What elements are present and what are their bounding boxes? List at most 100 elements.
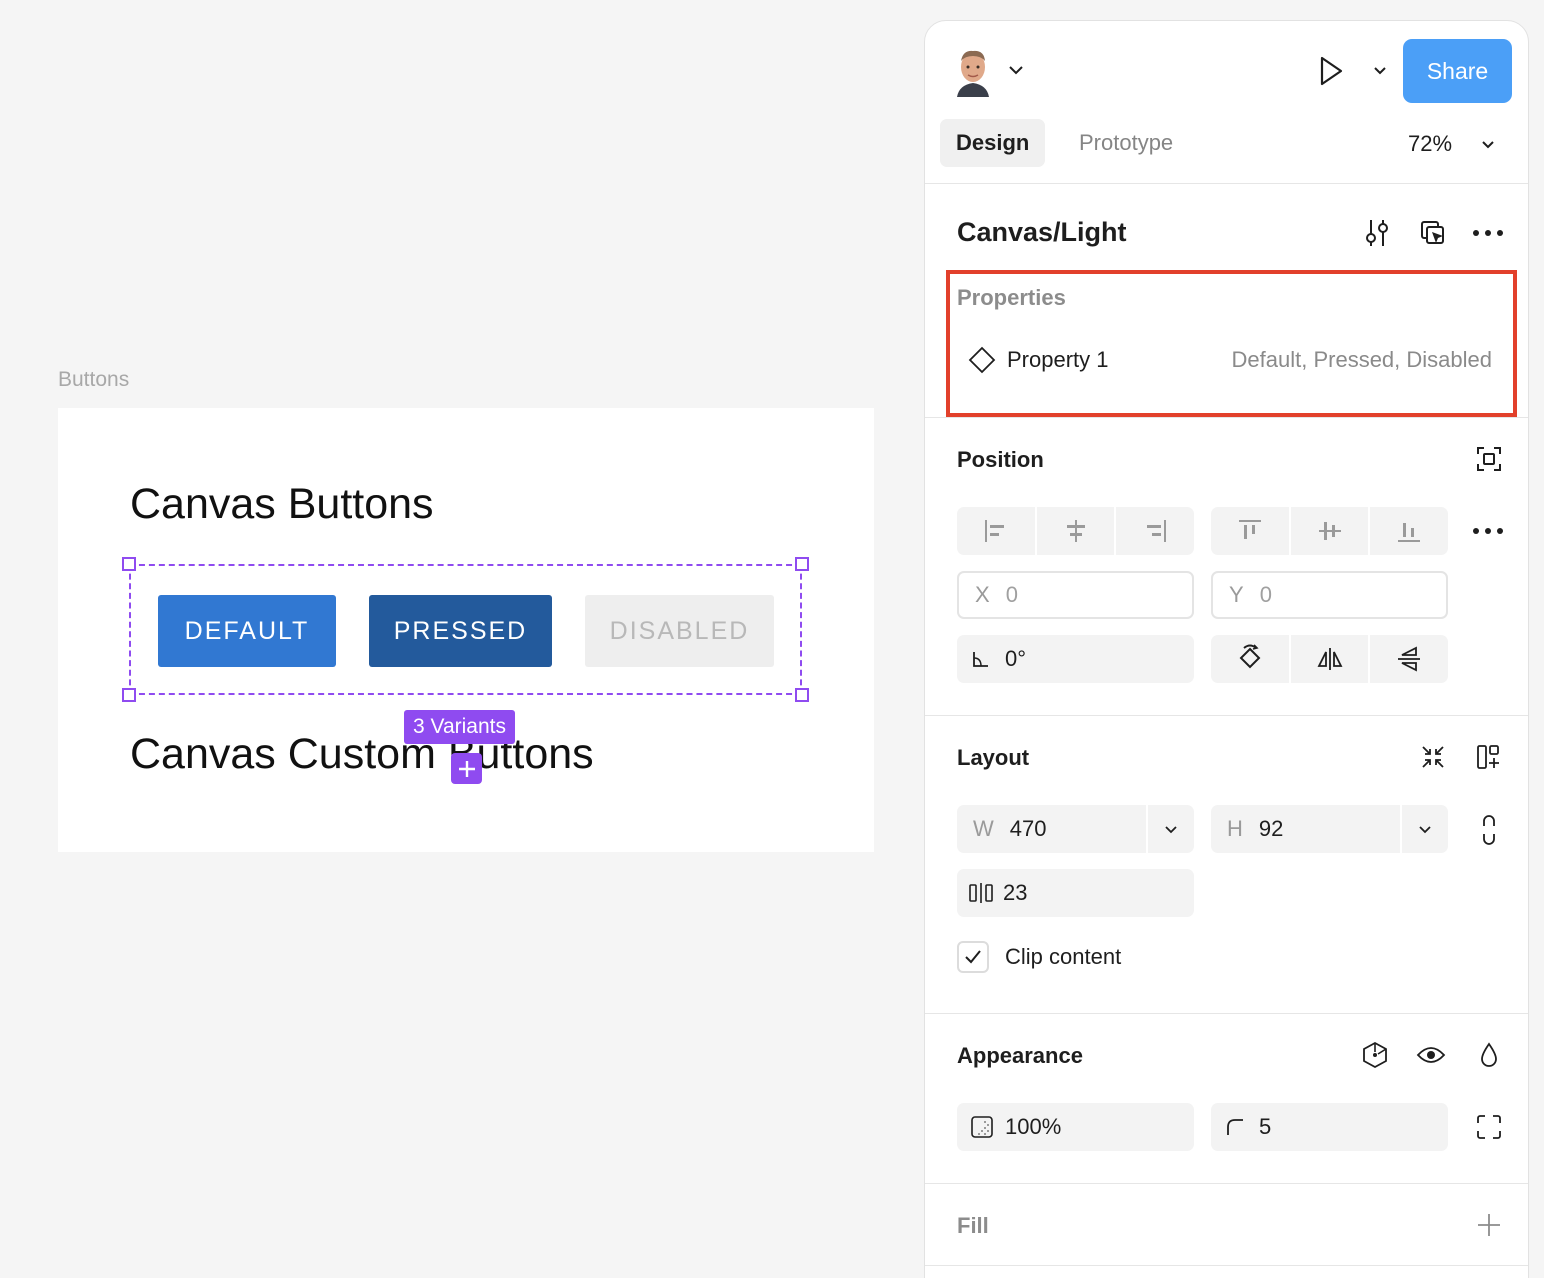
align-bottom-button[interactable] [1370,507,1449,555]
opacity-value[interactable]: 100% [1005,1114,1061,1140]
buttons-frame[interactable]: Canvas Buttons DEFAULT PRESSED DISABLED … [58,408,874,852]
component-settings-button[interactable] [1361,217,1393,249]
height-value[interactable]: 92 [1259,816,1283,842]
resize-handle-bottom-right[interactable] [795,688,809,702]
width-field[interactable]: W 470 [957,805,1194,853]
constrain-proportions-button[interactable] [1477,813,1501,847]
gap-value[interactable]: 23 [1003,880,1027,906]
height-mode-dropdown[interactable] [1400,805,1448,853]
property-name[interactable]: Property 1 [1007,347,1109,373]
add-fill-button[interactable] [1475,1211,1503,1239]
present-button[interactable] [1315,51,1347,91]
chevron-down-icon [1009,66,1023,75]
layout-title: Layout [957,745,1030,770]
opacity-field[interactable]: 100% [957,1103,1194,1151]
fill-title: Fill [957,1213,989,1238]
frame-label[interactable]: Buttons [58,368,129,392]
align-left-button[interactable] [957,507,1035,555]
rotation-value[interactable]: 0° [1005,646,1026,672]
more-icon [1473,528,1503,534]
height-label: H [1227,816,1243,841]
chevron-down-icon [1482,140,1494,148]
width-value[interactable]: 470 [1010,816,1047,842]
flip-vertical-button[interactable] [1370,635,1449,683]
chevron-down-icon [1419,825,1431,833]
component-style-button[interactable] [1359,1039,1391,1071]
position-title: Position [957,447,1044,472]
y-value[interactable]: 0 [1260,582,1272,608]
disabled-button-variant[interactable]: DISABLED [585,595,774,667]
check-icon [965,950,981,964]
transform-group [1211,635,1449,683]
canvas-buttons-heading[interactable]: Canvas Buttons [130,480,434,529]
divider [925,1013,1528,1014]
canvas-custom-buttons-heading[interactable]: Canvas Custom Buttons [130,730,594,779]
constrain-proportions-icon [1483,815,1495,845]
add-variant-button[interactable] [451,753,482,784]
rotation-field[interactable]: 0° [957,635,1194,683]
align-center-h-icon [1066,520,1085,542]
visibility-toggle[interactable] [1415,1039,1447,1071]
tab-prototype[interactable]: Prototype [1063,119,1189,167]
flip-horizontal-icon [1317,648,1342,670]
auto-layout-button[interactable] [1475,743,1503,771]
align-center-h-button[interactable] [1036,507,1115,555]
divider [925,183,1528,184]
align-middle-v-button[interactable] [1290,507,1369,555]
flip-horizontal-button[interactable] [1290,635,1369,683]
more-icon [1473,230,1503,236]
property-value[interactable]: Default, Pressed, Disabled [1232,347,1492,373]
appearance-title: Appearance [957,1043,1083,1068]
align-right-button[interactable] [1116,507,1195,555]
corner-radius-value[interactable]: 5 [1259,1114,1271,1140]
tab-design[interactable]: Design [940,119,1046,167]
x-value[interactable]: 0 [1006,582,1018,608]
component-set-selection[interactable]: DEFAULT PRESSED DISABLED [129,564,802,695]
corner-radius-field[interactable]: 5 [1211,1103,1448,1151]
clip-content-checkbox[interactable] [957,941,989,973]
avatar[interactable] [953,45,993,97]
align-bottom-icon [1398,523,1421,542]
y-field[interactable]: Y 0 [1211,571,1448,619]
divider [925,715,1528,716]
clip-content-label[interactable]: Clip content [1005,944,1121,970]
rotate-90-icon [1239,644,1261,669]
pressed-button-variant[interactable]: PRESSED [369,595,552,667]
x-label: X [975,582,990,607]
focus-button[interactable] [1475,445,1503,473]
horizontal-align-group [957,507,1195,555]
zoom-level[interactable]: 72% [1408,131,1452,157]
divider [925,1265,1528,1266]
gap-field[interactable]: 23 [957,869,1194,917]
zoom-menu-button[interactable] [1477,133,1499,155]
select-instances-icon [1421,221,1444,244]
component-name: Canvas/Light [957,217,1127,247]
width-label: W [973,816,994,841]
share-button[interactable]: Share [1403,39,1512,103]
property-row[interactable] [967,345,997,375]
blend-mode-button[interactable] [1475,1039,1503,1071]
collapse-button[interactable] [1419,743,1447,771]
chevron-down-icon [1374,66,1386,74]
select-instances-button[interactable] [1417,217,1449,249]
chevron-down-icon [1165,825,1177,833]
rotate-90-button[interactable] [1211,635,1289,683]
present-options-button[interactable] [1369,59,1391,81]
independent-corners-icon [1477,1115,1501,1139]
panel-topbar: Share [925,21,1528,121]
align-top-icon [1238,520,1261,539]
position-more-button[interactable] [1471,517,1505,545]
independent-corners-button[interactable] [1475,1113,1503,1141]
width-mode-dropdown[interactable] [1146,805,1194,853]
component-icon [1363,1041,1387,1069]
avatar-menu-button[interactable] [1005,59,1027,81]
x-field[interactable]: X 0 [957,571,1194,619]
default-button-variant[interactable]: DEFAULT [158,595,336,667]
align-left-icon [984,520,1004,542]
resize-handle-bottom-left[interactable] [122,688,136,702]
align-top-button[interactable] [1211,507,1289,555]
resize-handle-top-right[interactable] [795,557,809,571]
component-more-button[interactable] [1471,219,1505,247]
resize-handle-top-left[interactable] [122,557,136,571]
height-field[interactable]: H 92 [1211,805,1448,853]
